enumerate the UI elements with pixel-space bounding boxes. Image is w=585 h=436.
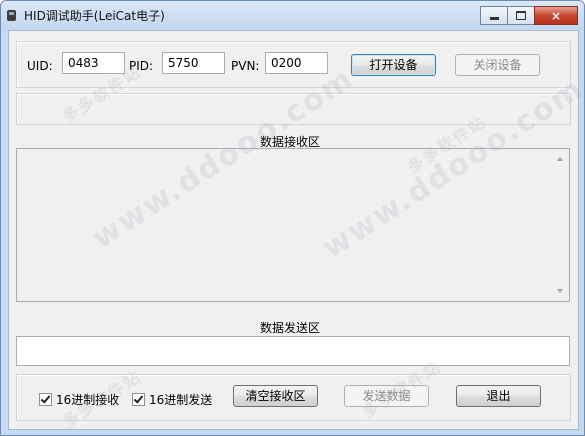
window-controls: × [480,6,578,25]
pvn-label: PVN: [231,59,260,73]
app-window: HID调试助手(LeiCat电子) × UID: 0483 PID: 5750 … [0,0,585,436]
open-device-button[interactable]: 打开设备 [351,54,436,76]
minimize-icon [489,17,499,20]
checkbox-checked-icon[interactable] [39,393,52,406]
checkbox-checked-icon[interactable] [132,393,145,406]
bottom-panel: 16进制接收 16进制发送 清空接收区 发送数据 退出 [16,374,571,421]
title-bar[interactable]: HID调试助手(LeiCat电子) × [1,1,584,29]
close-button[interactable]: × [534,6,578,25]
minimize-button[interactable] [480,6,508,25]
maximize-button[interactable] [507,6,535,25]
exit-button[interactable]: 退出 [456,385,541,407]
app-icon [7,10,16,21]
client-area: UID: 0483 PID: 5750 PVN: 0200 打开设备 关闭设备 … [8,30,579,430]
receive-scrollbar[interactable] [552,149,569,301]
maximize-icon [516,11,526,20]
hex-receive-label: 16进制接收 [56,393,120,407]
send-textarea[interactable] [16,336,570,366]
pvn-input[interactable]: 0200 [265,52,328,74]
uid-label: UID: [27,59,53,73]
uid-input[interactable]: 0483 [62,52,125,74]
pid-input[interactable]: 5750 [162,52,225,74]
hex-send-label: 16进制发送 [149,393,213,407]
send-data-button[interactable]: 发送数据 [344,385,429,407]
window-title: HID调试助手(LeiCat电子) [24,9,165,23]
receive-textarea[interactable] [16,148,570,302]
close-icon: × [550,8,562,23]
hex-send-checkbox[interactable]: 16进制发送 [132,391,212,408]
scroll-up-icon[interactable] [557,157,563,161]
close-device-button[interactable]: 关闭设备 [455,54,540,76]
clear-receive-button[interactable]: 清空接收区 [233,385,318,407]
scroll-down-icon[interactable] [557,289,563,293]
send-area-label: 数据发送区 [260,321,321,335]
pid-label: PID: [129,59,154,73]
status-strip [16,93,571,125]
hex-receive-checkbox[interactable]: 16进制接收 [39,391,119,408]
device-panel: UID: 0483 PID: 5750 PVN: 0200 打开设备 关闭设备 [16,41,571,88]
